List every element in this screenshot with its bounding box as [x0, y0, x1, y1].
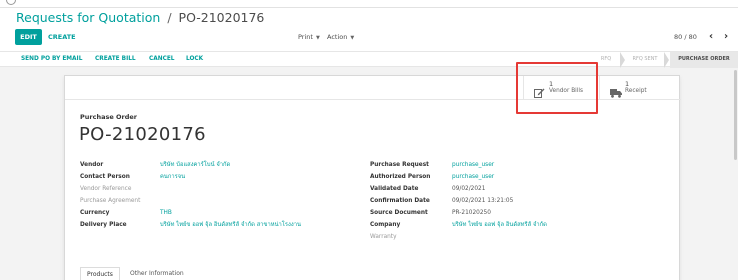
field-delivery-place: Delivery Place บริษัท ไทย์ข ออฟ จุ้ล อิน… — [80, 220, 350, 230]
field-label: Delivery Place — [80, 222, 127, 228]
breadcrumb-current: PO-21020176 — [178, 10, 265, 25]
send-po-by-email-button[interactable]: SEND PO BY EMAIL — [21, 52, 82, 68]
receipt-label: Receipt — [625, 88, 647, 94]
company-value[interactable]: บริษัท ไทย์ข ออฟ จุ้ล อินดัสทรีส์ จำกัด — [452, 220, 547, 230]
field-label: Contact Person — [80, 174, 130, 180]
field-source-document: Source Document PR-21020250 — [370, 208, 660, 218]
contact-person-value[interactable]: คนการจน — [160, 172, 185, 182]
breadcrumb: Requests for Quotation / PO-21020176 — [16, 10, 264, 25]
field-contact-person: Contact Person คนการจน — [80, 172, 350, 182]
control-panel: Requests for Quotation / PO-21020176 EDI… — [0, 8, 738, 51]
print-label: Print — [298, 33, 313, 41]
field-confirmation-date: Confirmation Date 09/02/2021 13:21:05 — [370, 196, 660, 206]
field-purchase-agreement: Purchase Agreement — [80, 196, 350, 206]
field-warranty: Warranty — [370, 232, 660, 242]
create-bill-button[interactable]: CREATE BILL — [95, 52, 136, 68]
tab-other-information[interactable]: Other Information — [124, 267, 190, 280]
field-label: Currency — [80, 210, 110, 216]
field-validated-date: Validated Date 09/02/2021 — [370, 184, 660, 194]
field-vendor-reference: Vendor Reference — [80, 184, 350, 194]
field-label: Vendor Reference — [80, 186, 132, 192]
pager-value[interactable]: 80 / 80 — [674, 29, 697, 45]
tab-products[interactable]: Products — [80, 267, 120, 280]
breadcrumb-rfq-link[interactable]: Requests for Quotation — [16, 10, 160, 25]
field-label: Purchase Request — [370, 162, 429, 168]
vendor-value[interactable]: บริษัท บ้อแสงคาร์โบน์ จำกัด — [160, 160, 230, 170]
source-document-value: PR-21020250 — [452, 210, 491, 216]
field-authorized-person: Authorized Person purchase_user — [370, 172, 660, 182]
action-label: Action — [327, 33, 348, 41]
top-strip — [0, 0, 738, 8]
delivery-place-value[interactable]: บริษัท ไทย์ข ออฟ จุ้ล อินดัสทรีส์ จำกัด … — [160, 220, 301, 230]
field-currency: Currency THB — [80, 208, 350, 218]
field-vendor: Vendor บริษัท บ้อแสงคาร์โบน์ จำกัด — [80, 160, 350, 170]
confirmation-date-value: 09/02/2021 13:21:05 — [452, 198, 514, 204]
field-label: Source Document — [370, 210, 428, 216]
field-purchase-request: Purchase Request purchase_user — [370, 160, 660, 170]
pager-next-icon[interactable]: › — [720, 29, 732, 45]
lock-button[interactable]: LOCK — [186, 52, 203, 68]
field-label: Confirmation Date — [370, 198, 430, 204]
cancel-button[interactable]: CANCEL — [149, 52, 175, 68]
currency-value[interactable]: THB — [160, 208, 172, 218]
stage-rfq-sent[interactable]: RFQ SENT — [626, 52, 664, 68]
caret-down-icon: ▼ — [350, 35, 355, 41]
document-type: Purchase Order — [80, 113, 138, 121]
stage-purchase-order[interactable]: PURCHASE ORDER — [670, 52, 738, 68]
field-label: Purchase Agreement — [80, 198, 141, 204]
receipt-smart-button[interactable]: 1 Receipt — [599, 76, 681, 100]
status-bar: SEND PO BY EMAIL CREATE BILL CANCEL LOCK… — [0, 51, 738, 68]
action-dropdown[interactable]: Action ▼ — [327, 29, 354, 45]
purchase-request-value[interactable]: purchase_user — [452, 160, 494, 170]
truck-icon — [610, 83, 622, 102]
edit-button[interactable]: EDIT — [15, 29, 42, 45]
create-button[interactable]: CREATE — [48, 29, 76, 45]
scrollbar[interactable] — [734, 70, 737, 160]
stage-chevron-icon — [664, 52, 669, 68]
validated-date-value: 09/02/2021 — [452, 186, 486, 192]
field-label: Vendor — [80, 162, 104, 168]
pager-previous-icon[interactable]: ‹ — [705, 29, 717, 45]
caret-down-icon: ▼ — [315, 35, 320, 41]
stage-chevron-icon — [620, 52, 625, 68]
receipt-count: 1 — [625, 80, 630, 88]
field-label: Validated Date — [370, 186, 419, 192]
breadcrumb-separator: / — [167, 10, 172, 25]
notebook-tabs: Products Other Information — [80, 267, 600, 280]
field-label: Authorized Person — [370, 174, 431, 180]
field-label: Company — [370, 222, 401, 228]
print-dropdown[interactable]: Print ▼ — [298, 29, 320, 45]
field-label: Warranty — [370, 234, 397, 240]
page-title: PO-21020176 — [79, 124, 206, 145]
field-company: Company บริษัท ไทย์ข ออฟ จุ้ล อินดัสทรีส… — [370, 220, 660, 230]
annotation-highlight-box — [516, 62, 598, 114]
authorized-person-value[interactable]: purchase_user — [452, 172, 494, 182]
collapse-caret-icon[interactable] — [6, 0, 16, 5]
